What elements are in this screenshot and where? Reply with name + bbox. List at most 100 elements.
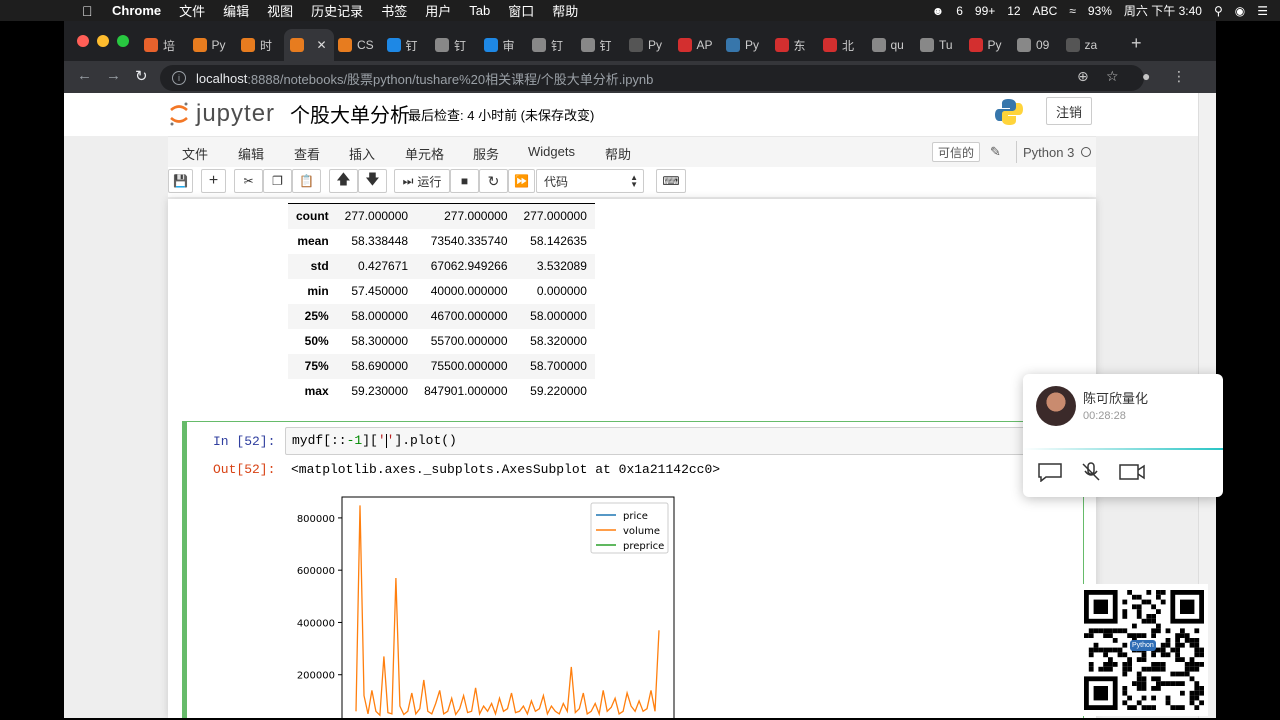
qr-module bbox=[1141, 686, 1147, 691]
nb-menu-view[interactable]: 查看 bbox=[294, 144, 320, 163]
qr-module bbox=[1151, 686, 1156, 691]
menubar-item-tab[interactable]: Tab bbox=[469, 3, 490, 18]
trusted-badge[interactable]: 可信的 bbox=[932, 142, 981, 162]
logout-button[interactable]: 注销 bbox=[1046, 97, 1092, 125]
nb-menu-cell[interactable]: 单元格 bbox=[405, 144, 444, 163]
new-tab-button[interactable]: + bbox=[1131, 33, 1142, 54]
jupyter-logo[interactable]: jupyter bbox=[168, 99, 275, 129]
zoom-window-button[interactable] bbox=[117, 35, 129, 47]
battery-level[interactable]: 93% bbox=[1088, 4, 1112, 18]
paste-button[interactable]: 📋 bbox=[292, 169, 321, 193]
browser-tab[interactable]: 钉 bbox=[381, 29, 426, 61]
browser-tab[interactable]: za bbox=[1060, 29, 1105, 61]
copy-button[interactable]: ❐ bbox=[263, 169, 292, 193]
profile-icon[interactable]: ● bbox=[1142, 68, 1150, 84]
microphone-muted-icon[interactable] bbox=[1078, 462, 1104, 482]
restart-run-all-button[interactable]: ⏩ bbox=[508, 169, 535, 193]
nb-menu-widgets[interactable]: Widgets bbox=[528, 144, 575, 159]
save-button[interactable]: 💾 bbox=[168, 169, 193, 193]
table-cell: 58.000000 bbox=[351, 309, 409, 323]
command-palette-button[interactable]: ⌨ bbox=[656, 169, 686, 193]
nb-menu-file[interactable]: 文件 bbox=[182, 144, 208, 163]
menubar-item-help[interactable]: 帮助 bbox=[552, 1, 578, 20]
forward-icon[interactable]: → bbox=[106, 67, 121, 84]
chat-icon[interactable] bbox=[1037, 462, 1063, 482]
input-method[interactable]: ABC bbox=[1033, 4, 1058, 18]
browser-tab[interactable]: 审 bbox=[478, 29, 523, 61]
siri-icon[interactable]: ◉ bbox=[1235, 4, 1245, 18]
qr-module bbox=[1194, 705, 1200, 710]
browser-tab[interactable]: Py bbox=[963, 29, 1008, 61]
qr-module bbox=[1151, 652, 1156, 658]
browser-tab[interactable]: AP bbox=[672, 29, 717, 61]
clock[interactable]: 周六 下午 3:40 bbox=[1124, 2, 1202, 19]
wechat-icon[interactable]: ☻ bbox=[932, 4, 945, 18]
row-label: 25% bbox=[304, 309, 329, 323]
qr-code: Python bbox=[1080, 584, 1208, 716]
code-editor[interactable]: mydf[::-1][''].plot() bbox=[285, 427, 1081, 455]
bookmark-star-icon[interactable]: ☆ bbox=[1106, 68, 1119, 85]
cell-type-select[interactable]: 代码 ▲ ▼ bbox=[536, 169, 644, 193]
browser-tab[interactable]: 东 bbox=[769, 29, 814, 61]
notif-count[interactable]: 12 bbox=[1007, 4, 1020, 18]
browser-tab[interactable]: 北 bbox=[817, 29, 862, 61]
apple-icon[interactable]:  bbox=[82, 3, 96, 19]
browser-tab[interactable]: 培 bbox=[138, 29, 183, 61]
menubar-item-edit[interactable]: 编辑 bbox=[223, 1, 249, 20]
notebook-title[interactable]: 个股大单分析 bbox=[290, 99, 410, 128]
site-info-icon[interactable]: i bbox=[172, 71, 186, 85]
cut-button[interactable]: ✂ bbox=[234, 169, 263, 193]
browser-tab[interactable]: Py bbox=[187, 29, 232, 61]
browser-tab[interactable]: ✕ bbox=[283, 29, 334, 61]
move-up-button[interactable]: 🡅 bbox=[329, 169, 358, 193]
menubar-item-view[interactable]: 视图 bbox=[267, 1, 293, 20]
search-icon[interactable]: ⚲ bbox=[1214, 4, 1223, 18]
menubar-item-bookmarks[interactable]: 书签 bbox=[381, 1, 407, 20]
camera-icon[interactable] bbox=[1119, 462, 1145, 482]
qr-module bbox=[1141, 633, 1147, 638]
browser-tab[interactable]: Py bbox=[720, 29, 765, 61]
nb-menu-help[interactable]: 帮助 bbox=[605, 144, 631, 163]
notification-center-icon[interactable]: ☰ bbox=[1257, 4, 1268, 18]
table-cell: 0.000000 bbox=[536, 284, 587, 298]
browser-tab[interactable]: 09 bbox=[1011, 29, 1056, 61]
qr-module bbox=[1184, 633, 1190, 638]
browser-tab[interactable]: 钉 bbox=[575, 29, 620, 61]
close-window-button[interactable] bbox=[77, 35, 89, 47]
call-widget[interactable]: 陈可欣量化 00:28:28 bbox=[1023, 374, 1223, 497]
menubar-app-name[interactable]: Chrome bbox=[112, 3, 161, 18]
menubar-item-history[interactable]: 历史记录 bbox=[311, 1, 363, 20]
address-bar[interactable]: i localhost:8888/notebooks/股票python/tush… bbox=[160, 65, 1144, 91]
browser-tab[interactable]: Py bbox=[623, 29, 668, 61]
browser-tab[interactable]: 时 bbox=[235, 29, 280, 61]
browser-tab[interactable]: qu bbox=[866, 29, 911, 61]
move-down-button[interactable]: 🡇 bbox=[358, 169, 387, 193]
nb-menu-edit[interactable]: 编辑 bbox=[238, 144, 264, 163]
menubar-item-window[interactable]: 窗口 bbox=[508, 1, 534, 20]
code-cell[interactable]: In [52]: mydf[::-1][''].plot() Out[52]: … bbox=[182, 421, 1084, 718]
menubar-item-people[interactable]: 用户 bbox=[425, 1, 451, 20]
back-icon[interactable]: ← bbox=[77, 67, 92, 84]
browser-tab[interactable]: 钉 bbox=[526, 29, 571, 61]
browser-tab[interactable]: CS bbox=[332, 29, 377, 61]
nb-menu-kernel[interactable]: 服务 bbox=[473, 144, 499, 163]
menubar-item-file[interactable]: 文件 bbox=[179, 1, 205, 20]
browser-tab[interactable]: 钉 bbox=[429, 29, 474, 61]
mail-count[interactable]: 99+ bbox=[975, 4, 995, 18]
tab-close-icon[interactable]: ✕ bbox=[317, 38, 327, 52]
chrome-menu-icon[interactable]: ⋮ bbox=[1172, 68, 1186, 85]
reload-icon[interactable]: ↻ bbox=[135, 67, 148, 85]
qr-module bbox=[1180, 642, 1185, 648]
run-button[interactable]: ⏭ 运行 bbox=[394, 169, 450, 193]
nb-menu-insert[interactable]: 插入 bbox=[349, 144, 375, 163]
qr-module bbox=[1117, 647, 1123, 653]
restart-button[interactable]: ↻ bbox=[479, 169, 508, 193]
insert-cell-button[interactable]: + bbox=[201, 169, 226, 193]
interrupt-button[interactable]: ■ bbox=[450, 169, 479, 193]
qr-module bbox=[1108, 647, 1113, 653]
qr-module bbox=[1189, 638, 1195, 643]
browser-tab[interactable]: Tu bbox=[914, 29, 959, 61]
zoom-icon[interactable]: ⊕ bbox=[1077, 68, 1089, 85]
minimize-window-button[interactable] bbox=[97, 35, 109, 47]
wifi-icon[interactable]: ≈ bbox=[1069, 4, 1076, 18]
